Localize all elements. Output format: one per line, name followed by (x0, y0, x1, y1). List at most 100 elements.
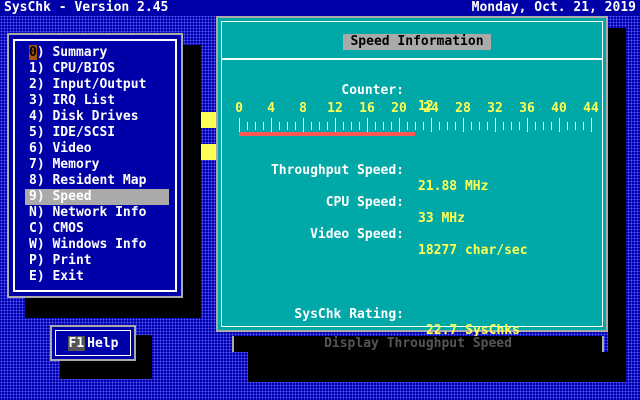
menu-item-memory[interactable]: 7) Memory (25, 157, 169, 173)
gauge-tick (351, 122, 352, 130)
cpu-speed-label: CPU Speed: (325, 195, 404, 210)
gauge-tick (295, 122, 296, 130)
menu-item-video[interactable]: 6) Video (25, 141, 169, 157)
menu-item-input-output[interactable]: 2) Input/Output (25, 77, 169, 93)
menu-hotkey: W (29, 237, 37, 252)
menu-item-resident-map[interactable]: 8) Resident Map (25, 173, 169, 189)
menu-item-label: ) Speed (36, 189, 92, 204)
gauge-tick-label: 40 (551, 101, 567, 116)
gauge-tick-label: 28 (455, 101, 471, 116)
app-title: SysChk - Version 2.45 (4, 0, 169, 15)
gauge-tick (559, 118, 560, 132)
gauge-tick (487, 122, 488, 130)
main-menu: 0) Summary 1) CPU/BIOS 2) Input/Output 3) I… (7, 33, 183, 298)
video-speed-value: 18277 char/sec (418, 243, 528, 258)
gauge-tick (239, 118, 240, 132)
gauge-tick-label: 16 (359, 101, 375, 116)
throughput-label: Throughput Speed: (270, 163, 404, 178)
gauge-tick (583, 122, 584, 130)
rating-label: SysChk Rating: (294, 307, 404, 322)
gauge-tick (399, 118, 400, 132)
menu-item-label: ) Memory (36, 157, 100, 172)
menu-hotkey: 8 (29, 173, 37, 188)
menu-hotkey: P (29, 253, 37, 268)
gauge-tick (247, 122, 248, 130)
gauge-tick (367, 118, 368, 132)
menu-hotkey: 6 (29, 141, 37, 156)
gauge-tick (255, 122, 256, 130)
menu-hotkey: 7 (29, 157, 37, 172)
status-line: Display Throughput Speed (232, 336, 604, 352)
menu-shadow (25, 298, 201, 318)
speed-window-frame: Speed Information Counter: 12 0 4 8 12 16 20 2… (221, 21, 603, 338)
gauge-tick-label: 44 (583, 101, 599, 116)
menu-item-cpu-bios[interactable]: 1) CPU/BIOS (25, 61, 169, 77)
f1-key-label: F1 (67, 335, 86, 351)
gauge-tick-label: 8 (299, 101, 307, 116)
gauge-tick (335, 118, 336, 132)
gauge-tick-label: 32 (487, 101, 503, 116)
menu-connector (201, 144, 217, 160)
gauge-tick (319, 122, 320, 130)
gauge-tick (391, 122, 392, 130)
gauge-tick (447, 122, 448, 130)
gauge-tick (575, 122, 576, 130)
gauge-tick-label: 20 (391, 101, 407, 116)
gauge-tick (455, 122, 456, 130)
gauge-tick (471, 122, 472, 130)
gauge-fill-bar (239, 132, 415, 136)
gauge-tick (359, 122, 360, 130)
menu-item-cmos[interactable]: C) CMOS (25, 221, 169, 237)
gauge-tick (503, 122, 504, 130)
gauge-tick (423, 122, 424, 130)
menu-shadow-side (183, 45, 201, 318)
menu-hotkey: 4 (29, 109, 37, 124)
gauge-tick (543, 122, 544, 130)
menu-item-print[interactable]: P) Print (25, 253, 169, 269)
menu-item-windows-info[interactable]: W) Windows Info (25, 237, 169, 253)
menu-hotkey: C (29, 221, 37, 236)
speed-window-shadow (608, 28, 626, 370)
menu-hotkey: 5 (29, 125, 37, 140)
menu-item-label: ) Windows Info (36, 237, 147, 252)
menu-hotkey: E (29, 269, 37, 284)
menu-item-network-info[interactable]: N) Network Info (25, 205, 169, 221)
menu-item-summary[interactable]: 0) Summary (25, 45, 169, 61)
gauge-tick (439, 122, 440, 130)
menu-item-speed[interactable]: 9) Speed (25, 189, 169, 205)
menu-hotkey: 1 (29, 61, 37, 76)
title-bar: SysChk - Version 2.45 Monday, Oct. 21, 2… (0, 0, 640, 16)
help-button[interactable]: F1 Help (50, 325, 136, 361)
menu-hotkey: 3 (29, 93, 37, 108)
gauge-tick (415, 122, 416, 130)
help-button-shadow-side (136, 335, 152, 379)
gauge-tick (383, 122, 384, 130)
gauge-tick (279, 122, 280, 130)
menu-item-disk-drives[interactable]: 4) Disk Drives (25, 109, 169, 125)
menu-item-label: ) Network Info (36, 205, 147, 220)
gauge-tick (479, 122, 480, 130)
menu-hotkey: 0 (29, 45, 37, 60)
gauge-tick (567, 122, 568, 130)
gauge-tick-label: 36 (519, 101, 535, 116)
menu-item-exit[interactable]: E) Exit (25, 269, 169, 285)
gauge-tick (407, 122, 408, 130)
gauge-tick (591, 118, 592, 132)
gauge-tick-label: 12 (327, 101, 343, 116)
gauge-tick (527, 118, 528, 132)
date-display: Monday, Oct. 21, 2019 (471, 0, 636, 15)
menu-item-label: ) CMOS (36, 221, 84, 236)
menu-item-ide-scsi[interactable]: 5) IDE/SCSI (25, 125, 169, 141)
video-row: Video Speed: 18277 char/sec (222, 211, 602, 275)
menu-item-label: ) Summary (36, 45, 108, 60)
menu-item-label: ) CPU/BIOS (36, 61, 116, 76)
gauge-tick-label: 24 (423, 101, 439, 116)
gauge-tick (535, 122, 536, 130)
menu-item-label: ) IRQ List (36, 93, 116, 108)
help-button-frame: F1 Help (55, 330, 131, 356)
menu-item-irq-list[interactable]: 3) IRQ List (25, 93, 169, 109)
menu-item-label: ) Input/Output (36, 77, 147, 92)
menu-hotkey: 2 (29, 77, 37, 92)
gauge-tick (271, 118, 272, 132)
menu-list: 0) Summary 1) CPU/BIOS 2) Input/Output 3) I… (25, 45, 169, 285)
